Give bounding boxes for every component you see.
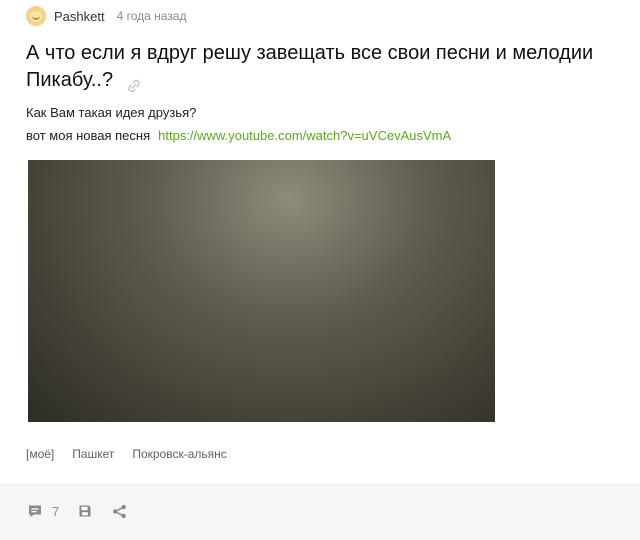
post-time: 4 года назад [116, 9, 187, 23]
share-icon [111, 503, 128, 520]
post-text-line-2: вот моя новая песня https://www.youtube.c… [26, 128, 451, 143]
post-title-text[interactable]: А что если я вдруг решу завещать все сво… [26, 42, 593, 91]
post-text-line-2-label: вот моя новая песня [26, 128, 151, 143]
share-button[interactable] [111, 503, 128, 520]
post-header: Pashkett 4 года назад [26, 6, 186, 26]
post-card: Pashkett 4 года назад А что если я вдруг… [0, 0, 640, 540]
comment-count: 7 [52, 503, 60, 519]
post-footer: 7 [0, 484, 640, 540]
tag-item[interactable]: Покровск-альянс [132, 447, 226, 461]
video-preview[interactable] [28, 160, 495, 422]
comments-button[interactable]: 7 [26, 502, 59, 520]
youtube-link[interactable]: https://www.youtube.com/watch?v=uVCevAus… [158, 128, 451, 143]
tag-list: [моё] Пашкет Покровск-альянс [26, 447, 227, 461]
save-icon [77, 503, 93, 519]
save-button[interactable] [77, 503, 93, 519]
post-actions: 7 [26, 502, 146, 520]
tag-item[interactable]: [моё] [26, 447, 54, 461]
author-name[interactable]: Pashkett [54, 9, 105, 24]
avatar-icon[interactable] [26, 6, 46, 26]
post-title[interactable]: А что если я вдруг решу завещать все сво… [26, 40, 626, 94]
link-icon[interactable] [127, 74, 141, 92]
tag-item[interactable]: Пашкет [72, 447, 114, 461]
video-background [28, 160, 495, 422]
post-text-line-1: Как Вам такая идея друзья? [26, 105, 197, 120]
comment-icon [26, 502, 44, 520]
